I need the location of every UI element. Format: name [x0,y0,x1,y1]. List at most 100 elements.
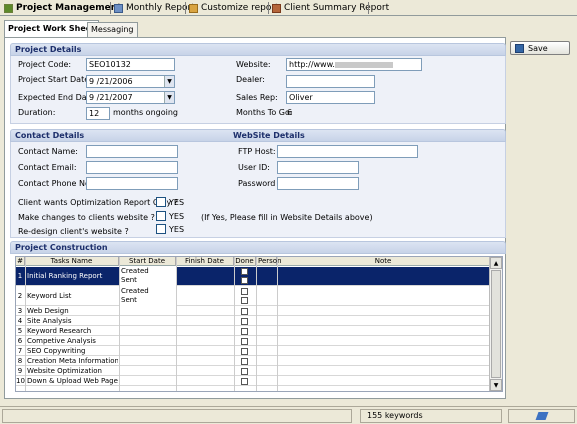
tab-customize-report[interactable]: Customize report [187,1,281,15]
grid-vertical-scrollbar[interactable]: ▲ ▼ [489,257,502,391]
blurred-domain [334,61,393,68]
done-checkbox[interactable] [241,348,248,355]
contact-email-label: Contact Email: [18,163,77,172]
contact-name-field[interactable] [86,145,178,158]
col-task-name[interactable]: Tasks Name [25,257,119,266]
table-row[interactable]: 5 Keyword Research [16,327,490,336]
col-note[interactable]: Note [277,257,490,266]
website-field[interactable]: http://www. [286,58,422,71]
save-button[interactable]: Save [510,41,570,55]
row-number: 4 [17,317,23,325]
start-date-cell[interactable]: Created Sent [119,267,176,286]
duration-unit-label: months ongoing [113,108,178,117]
password-field[interactable] [277,177,359,190]
done-checkbox[interactable] [241,318,248,325]
done-checkbox[interactable] [241,268,248,275]
start-date-cell[interactable]: Created Sent [119,287,176,306]
task-name-cell[interactable]: Creation Meta Information [25,357,118,366]
col-finish-date[interactable]: Finish Date [176,257,234,266]
row-number: 5 [17,327,23,335]
grid-column-line [234,257,235,391]
scroll-down-icon[interactable]: ▼ [490,379,502,391]
project-icon [4,3,13,13]
done-checkbox[interactable] [241,288,248,295]
table-row[interactable]: 7 SEO Copywriting [16,347,490,356]
grid-column-line [25,257,26,391]
table-row[interactable]: 8 Creation Meta Information [16,357,490,366]
ftp-host-field[interactable] [277,145,418,158]
contact-phone-field[interactable] [86,177,178,190]
done-checkbox[interactable] [241,297,248,304]
chevron-down-icon[interactable]: ▼ [164,76,174,87]
grid-column-line [256,257,257,391]
sales-rep-field[interactable]: Oliver [286,91,375,104]
task-name-cell[interactable]: Initial Ranking Report [25,267,118,286]
changes-website-yes: YES [169,212,185,221]
done-checkbox[interactable] [241,328,248,335]
project-start-date-label: Project Start Date: [18,75,92,84]
main-tab-bar: Project Management Monthly Report Custom… [0,0,577,16]
table-row[interactable]: 10 Down & Upload Web Pages [16,377,490,386]
row-number: 9 [17,367,23,375]
table-row[interactable]: 4 Site Analysis [16,317,490,326]
dealer-field[interactable] [286,75,375,88]
col-done[interactable]: Done [234,257,256,266]
ftp-host-label: FTP Host: [238,147,276,156]
done-checkbox[interactable] [241,338,248,345]
table-row[interactable]: 3 Web Design [16,307,490,316]
optimization-only-yes: YES [169,198,185,207]
start-status-label: Sent [121,276,137,284]
task-name-cell[interactable]: Keyword List [25,287,118,306]
tasks-grid[interactable]: # Tasks Name Start Date Finish Date Done… [15,256,503,392]
dealer-label: Dealer: [236,75,265,84]
project-code-field[interactable]: SEO10132 [86,58,175,71]
optimization-only-checkbox[interactable] [156,197,166,207]
tab-project-work-sheet[interactable]: Project Work Sheet [4,20,100,38]
scroll-thumb[interactable] [491,270,501,378]
table-row[interactable]: 6 Competive Analysis [16,337,490,346]
task-name-cell[interactable]: Site Analysis [25,317,118,326]
table-row[interactable]: 9 Website Optimization [16,367,490,376]
grid-column-line [119,257,120,391]
task-name-cell[interactable]: Competive Analysis [25,337,118,346]
tab-project-management[interactable]: Project Management [2,1,123,15]
col-start-date[interactable]: Start Date [119,257,176,266]
tab-separator [110,2,111,14]
done-checkbox[interactable] [241,368,248,375]
changes-website-checkbox[interactable] [156,211,166,221]
done-checkbox[interactable] [241,378,248,385]
redesign-checkbox[interactable] [156,224,166,234]
redesign-question: Re-design client's website ? [18,227,129,236]
done-checkbox[interactable] [241,358,248,365]
start-status-label: Sent [121,296,137,304]
done-checkbox[interactable] [241,308,248,315]
contact-details-header: Contact Details WebSite Details [10,129,506,142]
done-checkbox[interactable] [241,277,248,284]
scroll-up-icon[interactable]: ▲ [490,257,502,269]
project-start-date-picker[interactable]: 9 /21/2006 ▼ [86,75,175,88]
table-row[interactable]: 2 Keyword List Created Sent [16,287,490,306]
chevron-down-icon[interactable]: ▼ [164,92,174,103]
tab-messaging[interactable]: Messaging [87,22,138,37]
contact-phone-label: Contact Phone No: [18,179,93,188]
contact-email-field[interactable] [86,161,178,174]
months-to-go-value: 6 [287,108,293,117]
start-status-label: Created [121,287,149,295]
row-number: 2 [17,292,23,300]
task-name-cell[interactable]: Website Optimization [25,367,118,376]
tab-separator [368,2,369,14]
task-name-cell[interactable]: SEO Copywriting [25,347,118,356]
expected-end-date-picker[interactable]: 9 /21/2007 ▼ [86,91,175,104]
optimization-only-question: Client wants Optimization Report Only ? [18,198,178,207]
duration-field[interactable]: 12 [86,107,110,120]
task-name-cell[interactable]: Web Design [25,307,118,316]
task-name-cell[interactable]: Down & Upload Web Pages [25,377,118,386]
table-row[interactable]: 1 Initial Ranking Report Created Sent [16,267,490,286]
col-person[interactable]: Person [256,257,282,266]
task-name-cell[interactable]: Keyword Research [25,327,118,336]
changes-website-question: Make changes to clients website ? [18,213,155,222]
col-number[interactable]: # [16,257,25,266]
row-number: 1 [17,272,23,280]
user-id-field[interactable] [277,161,359,174]
tab-client-summary-report[interactable]: Client Summary Report [270,1,391,15]
